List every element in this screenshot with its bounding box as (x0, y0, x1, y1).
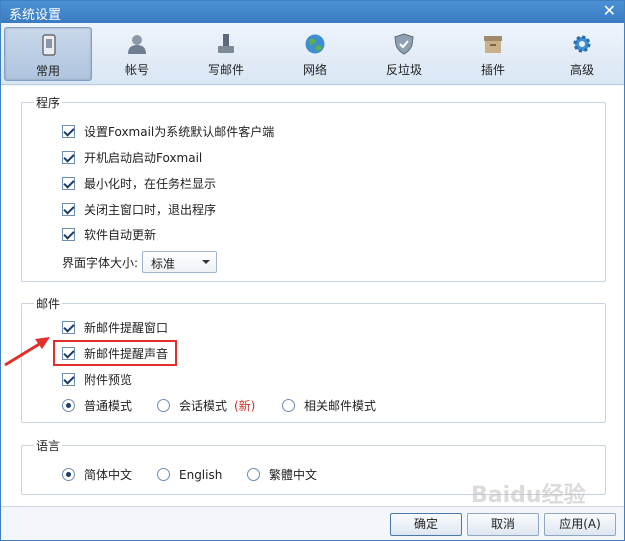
mail-mode-group: 普通模式 会话模式 (新) 相关邮件模式 (62, 397, 422, 415)
gear-icon (573, 35, 591, 53)
tab-label: 反垃圾 (385, 63, 422, 77)
tab-label: 写邮件 (207, 63, 244, 77)
pen-icon (218, 34, 234, 53)
radio-conversation-mode[interactable] (157, 399, 170, 412)
window-title: 系统设置 (9, 8, 62, 23)
radio-label: 简体中文 (84, 468, 133, 482)
checkbox[interactable] (62, 125, 75, 138)
new-badge: (新) (234, 399, 256, 413)
ok-button[interactable]: 确定 (390, 513, 462, 536)
settings-content: 程序 设置Foxmail为系统默认邮件客户端 开机启动启动Foxmail 最小化… (1, 86, 624, 506)
language-radio-group: 简体中文 English 繁體中文 (62, 466, 362, 484)
globe-icon (305, 34, 325, 54)
font-size-value: 标准 (151, 257, 176, 271)
cancel-button[interactable]: 取消 (467, 513, 539, 536)
tab-account[interactable]: 帐号 (93, 27, 181, 81)
tab-label: 帐号 (124, 63, 149, 77)
checkbox-label: 软件自动更新 (84, 228, 157, 242)
radio-label: 相关邮件模式 (304, 399, 377, 413)
checkbox-label: 新邮件提醒窗口 (84, 321, 169, 335)
checkbox[interactable] (62, 151, 75, 164)
button-bar: 确定 取消 应用(A) (1, 506, 624, 540)
tab-label: 常用 (35, 64, 60, 78)
radio-english[interactable] (157, 468, 170, 481)
tab-label: 插件 (480, 63, 505, 77)
radio-label: 会话模式 (179, 399, 228, 413)
radio-label: 普通模式 (84, 399, 133, 413)
radio-related-mode[interactable] (282, 399, 295, 412)
apply-button[interactable]: 应用(A) (544, 513, 616, 536)
checkbox[interactable] (62, 203, 75, 216)
phone-icon (42, 34, 56, 56)
checkbox[interactable] (62, 373, 75, 386)
tab-label: 网络 (302, 63, 327, 77)
watermark: Baidu经验 (471, 483, 586, 508)
checkbox-label: 最小化时，在任务栏显示 (84, 177, 217, 191)
close-icon[interactable]: ✕ (603, 2, 616, 20)
font-size-label: 界面字体大小: (62, 256, 139, 270)
highlight-box (53, 340, 177, 366)
user-icon (128, 35, 146, 54)
tab-compose[interactable]: 写邮件 (182, 27, 270, 81)
checkbox-label: 设置Foxmail为系统默认邮件客户端 (84, 125, 275, 139)
title-bar: 系统设置 ✕ (1, 1, 624, 23)
tab-antispam[interactable]: 反垃圾 (360, 27, 448, 81)
checkbox[interactable] (62, 177, 75, 190)
checkbox-label: 关闭主窗口时，退出程序 (84, 203, 217, 217)
checkbox[interactable] (62, 321, 75, 334)
tab-plugins[interactable]: 插件 (449, 27, 537, 81)
tab-general[interactable]: 常用 (4, 27, 92, 81)
group-title: 邮件 (34, 295, 63, 312)
settings-toolbar: 常用 帐号 写邮件 网络 反垃圾 插件 高级 (1, 23, 624, 85)
font-size-select[interactable]: 标准 (142, 251, 217, 273)
tab-advanced[interactable]: 高级 (538, 27, 625, 81)
radio-label: 繁體中文 (269, 468, 318, 482)
radio-simplified-chinese[interactable] (62, 468, 75, 481)
radio-traditional-chinese[interactable] (247, 468, 260, 481)
chevron-down-icon (202, 260, 210, 264)
box-icon (484, 36, 502, 53)
radio-normal-mode[interactable] (62, 399, 75, 412)
tab-network[interactable]: 网络 (271, 27, 359, 81)
checkbox-label: 附件预览 (84, 373, 133, 387)
tab-label: 高级 (569, 63, 594, 77)
shield-icon (394, 33, 414, 55)
group-title: 程序 (34, 94, 63, 111)
group-title: 语言 (34, 437, 63, 454)
radio-label: English (179, 468, 223, 482)
checkbox-label: 开机启动启动Foxmail (84, 151, 203, 165)
checkbox[interactable] (62, 228, 75, 241)
annotation-arrow-icon (4, 337, 50, 367)
settings-window: 系统设置 ✕ 常用 帐号 写邮件 网络 反垃圾 插件 高级 程序 设置Foxma… (0, 0, 625, 541)
